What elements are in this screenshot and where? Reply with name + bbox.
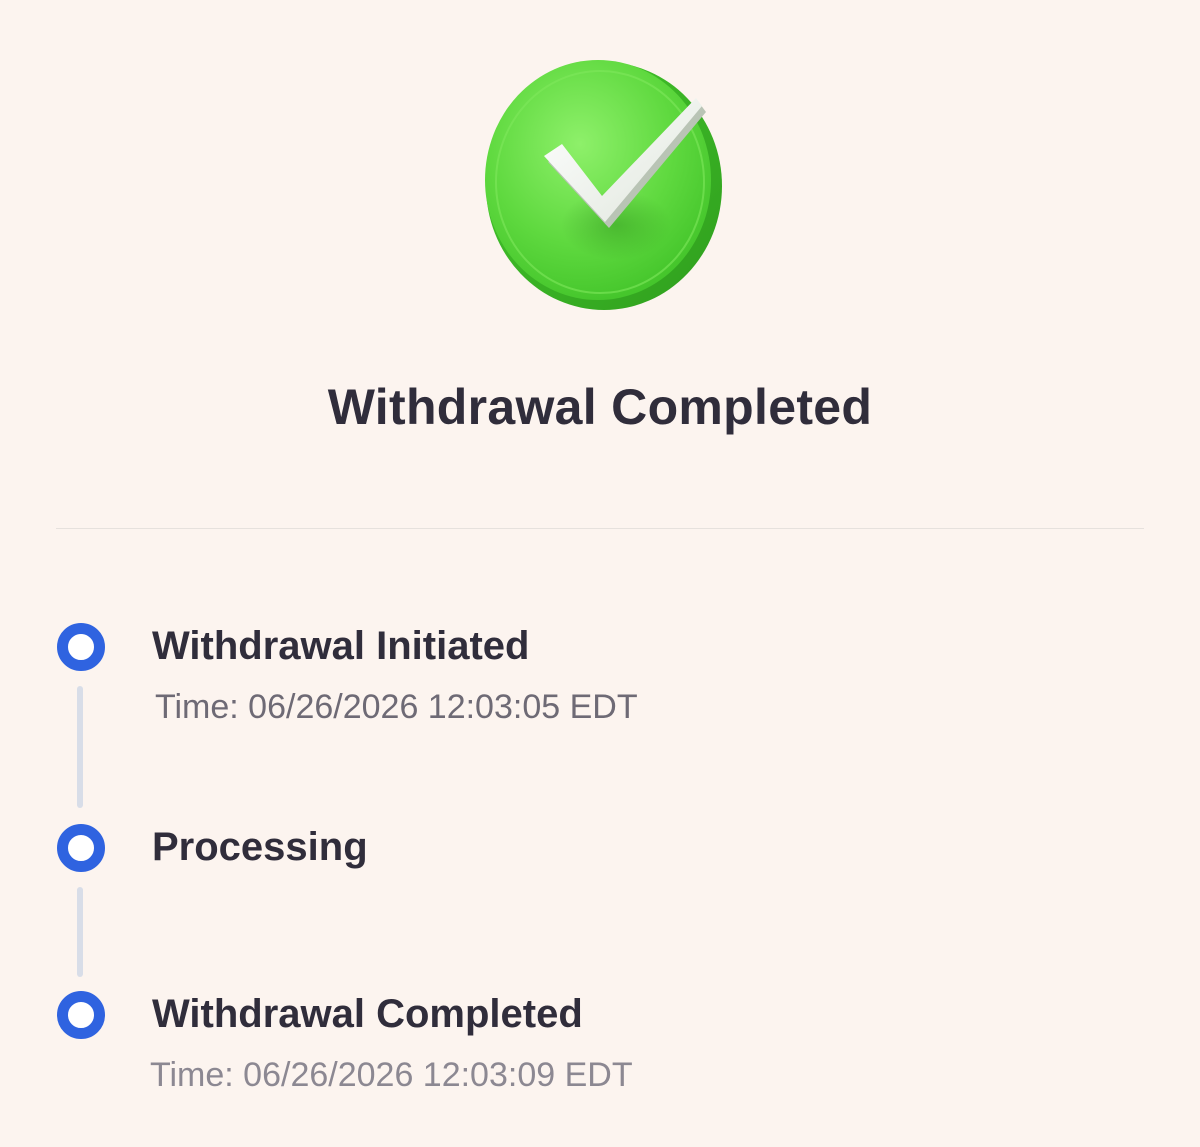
step-time-initiated: Time: 06/26/2026 12:03:05 EDT xyxy=(155,688,638,726)
status-timeline: Withdrawal Initiated Time: 06/26/2026 12… xyxy=(0,0,1200,1147)
timeline-connector xyxy=(77,686,83,808)
step-title-processing: Processing xyxy=(152,825,368,869)
timeline-dot-icon xyxy=(57,991,105,1039)
step-time-completed: Time: 06/26/2026 12:03:09 EDT xyxy=(150,1056,633,1094)
step-title-completed: Withdrawal Completed xyxy=(152,992,583,1036)
step-title-initiated: Withdrawal Initiated xyxy=(152,624,530,668)
timeline-dot-icon xyxy=(57,824,105,872)
timeline-connector xyxy=(77,887,83,977)
timeline-dot-icon xyxy=(57,623,105,671)
